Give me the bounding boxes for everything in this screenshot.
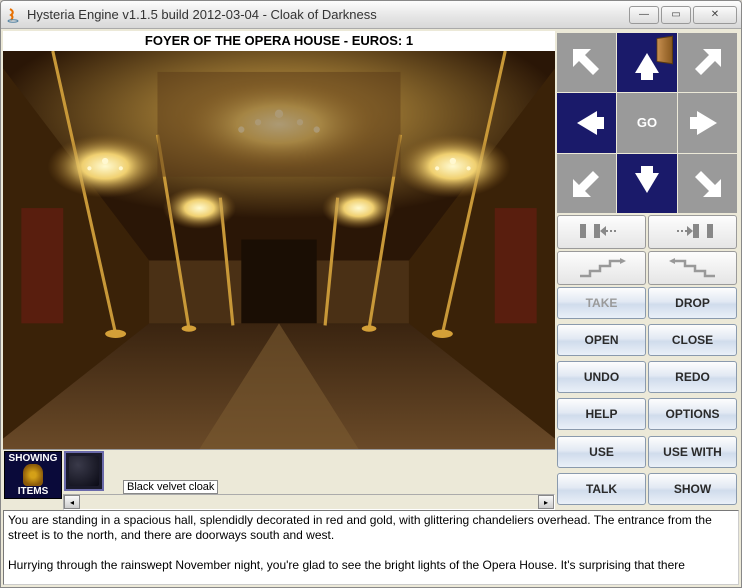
inventory-bar: SHOWING ITEMS Black velvet cloak ◂ — [3, 449, 555, 510]
door-icon — [656, 36, 672, 65]
stairs-down-icon — [663, 254, 723, 283]
inv-toggle-top: SHOWING — [9, 453, 58, 464]
inv-scrollbar[interactable]: ◂ ▸ — [63, 494, 555, 510]
maximize-button[interactable]: ▭ — [661, 6, 691, 24]
turn-right-icon — [663, 218, 723, 247]
minimize-button[interactable]: — — [629, 6, 659, 24]
extra-controls — [557, 215, 737, 285]
stairs-up-button[interactable] — [557, 251, 646, 285]
take-button[interactable]: TAKE — [557, 287, 646, 319]
side-column: GO TAKE DROP OPEN CLOSE — [555, 31, 739, 510]
show-button[interactable]: SHOW — [648, 473, 737, 505]
use-with-button[interactable]: USE WITH — [648, 436, 737, 468]
drop-button[interactable]: DROP — [648, 287, 737, 319]
narrative-p2: Hurrying through the rainswept November … — [8, 558, 734, 573]
undo-button[interactable]: UNDO — [557, 361, 646, 393]
close-button-action[interactable]: CLOSE — [648, 324, 737, 356]
java-icon — [5, 7, 21, 23]
talk-button[interactable]: TALK — [557, 473, 646, 505]
window-controls: — ▭ ✕ — [627, 6, 737, 24]
app-window: Hysteria Engine v1.1.5 build 2012-03-04 … — [0, 0, 742, 588]
options-button[interactable]: OPTIONS — [648, 398, 737, 430]
dir-s-button[interactable] — [617, 154, 676, 213]
inv-toggle-bottom: ITEMS — [18, 486, 49, 497]
stairs-down-button[interactable] — [648, 251, 737, 285]
content-area: FOYER OF THE OPERA HOUSE - EUROS: 1 — [1, 29, 741, 587]
inventory-items: Black velvet cloak ◂ ▸ — [63, 450, 555, 510]
upper-panel: FOYER OF THE OPERA HOUSE - EUROS: 1 — [3, 31, 739, 510]
compass-grid: GO — [557, 33, 737, 213]
narrative-p1: You are standing in a spacious hall, spl… — [8, 513, 734, 543]
dir-se-button[interactable] — [678, 154, 737, 213]
action-buttons: TAKE DROP OPEN CLOSE UNDO REDO HELP OPTI… — [557, 287, 737, 508]
turn-right-button[interactable] — [648, 215, 737, 249]
dir-ne-button[interactable] — [678, 33, 737, 92]
use-button[interactable]: USE — [557, 436, 646, 468]
dir-e-button[interactable] — [678, 93, 737, 152]
dir-n-button[interactable] — [617, 33, 676, 92]
stairs-up-icon — [572, 254, 632, 283]
close-button[interactable]: ✕ — [693, 6, 737, 24]
inv-item-cloak[interactable] — [64, 451, 104, 491]
dir-w-button[interactable] — [557, 93, 616, 152]
window-title: Hysteria Engine v1.1.5 build 2012-03-04 … — [27, 7, 627, 22]
narrative-text[interactable]: You are standing in a spacious hall, spl… — [3, 510, 739, 585]
main-column: FOYER OF THE OPERA HOUSE - EUROS: 1 — [3, 31, 555, 510]
open-button[interactable]: OPEN — [557, 324, 646, 356]
turn-left-icon — [572, 218, 632, 247]
scroll-left-icon[interactable]: ◂ — [64, 495, 80, 509]
backpack-icon — [23, 464, 43, 486]
redo-button[interactable]: REDO — [648, 361, 737, 393]
dir-sw-button[interactable] — [557, 154, 616, 213]
cloak-icon — [69, 456, 99, 486]
location-header: FOYER OF THE OPERA HOUSE - EUROS: 1 — [3, 31, 555, 51]
inventory-toggle[interactable]: SHOWING ITEMS — [4, 451, 62, 499]
scroll-right-icon[interactable]: ▸ — [538, 495, 554, 509]
title-bar[interactable]: Hysteria Engine v1.1.5 build 2012-03-04 … — [1, 1, 741, 29]
go-button[interactable]: GO — [617, 93, 676, 152]
inv-item-label: Black velvet cloak — [123, 480, 218, 494]
dir-nw-button[interactable] — [557, 33, 616, 92]
turn-left-button[interactable] — [557, 215, 646, 249]
help-button[interactable]: HELP — [557, 398, 646, 430]
scene-image — [3, 51, 555, 449]
